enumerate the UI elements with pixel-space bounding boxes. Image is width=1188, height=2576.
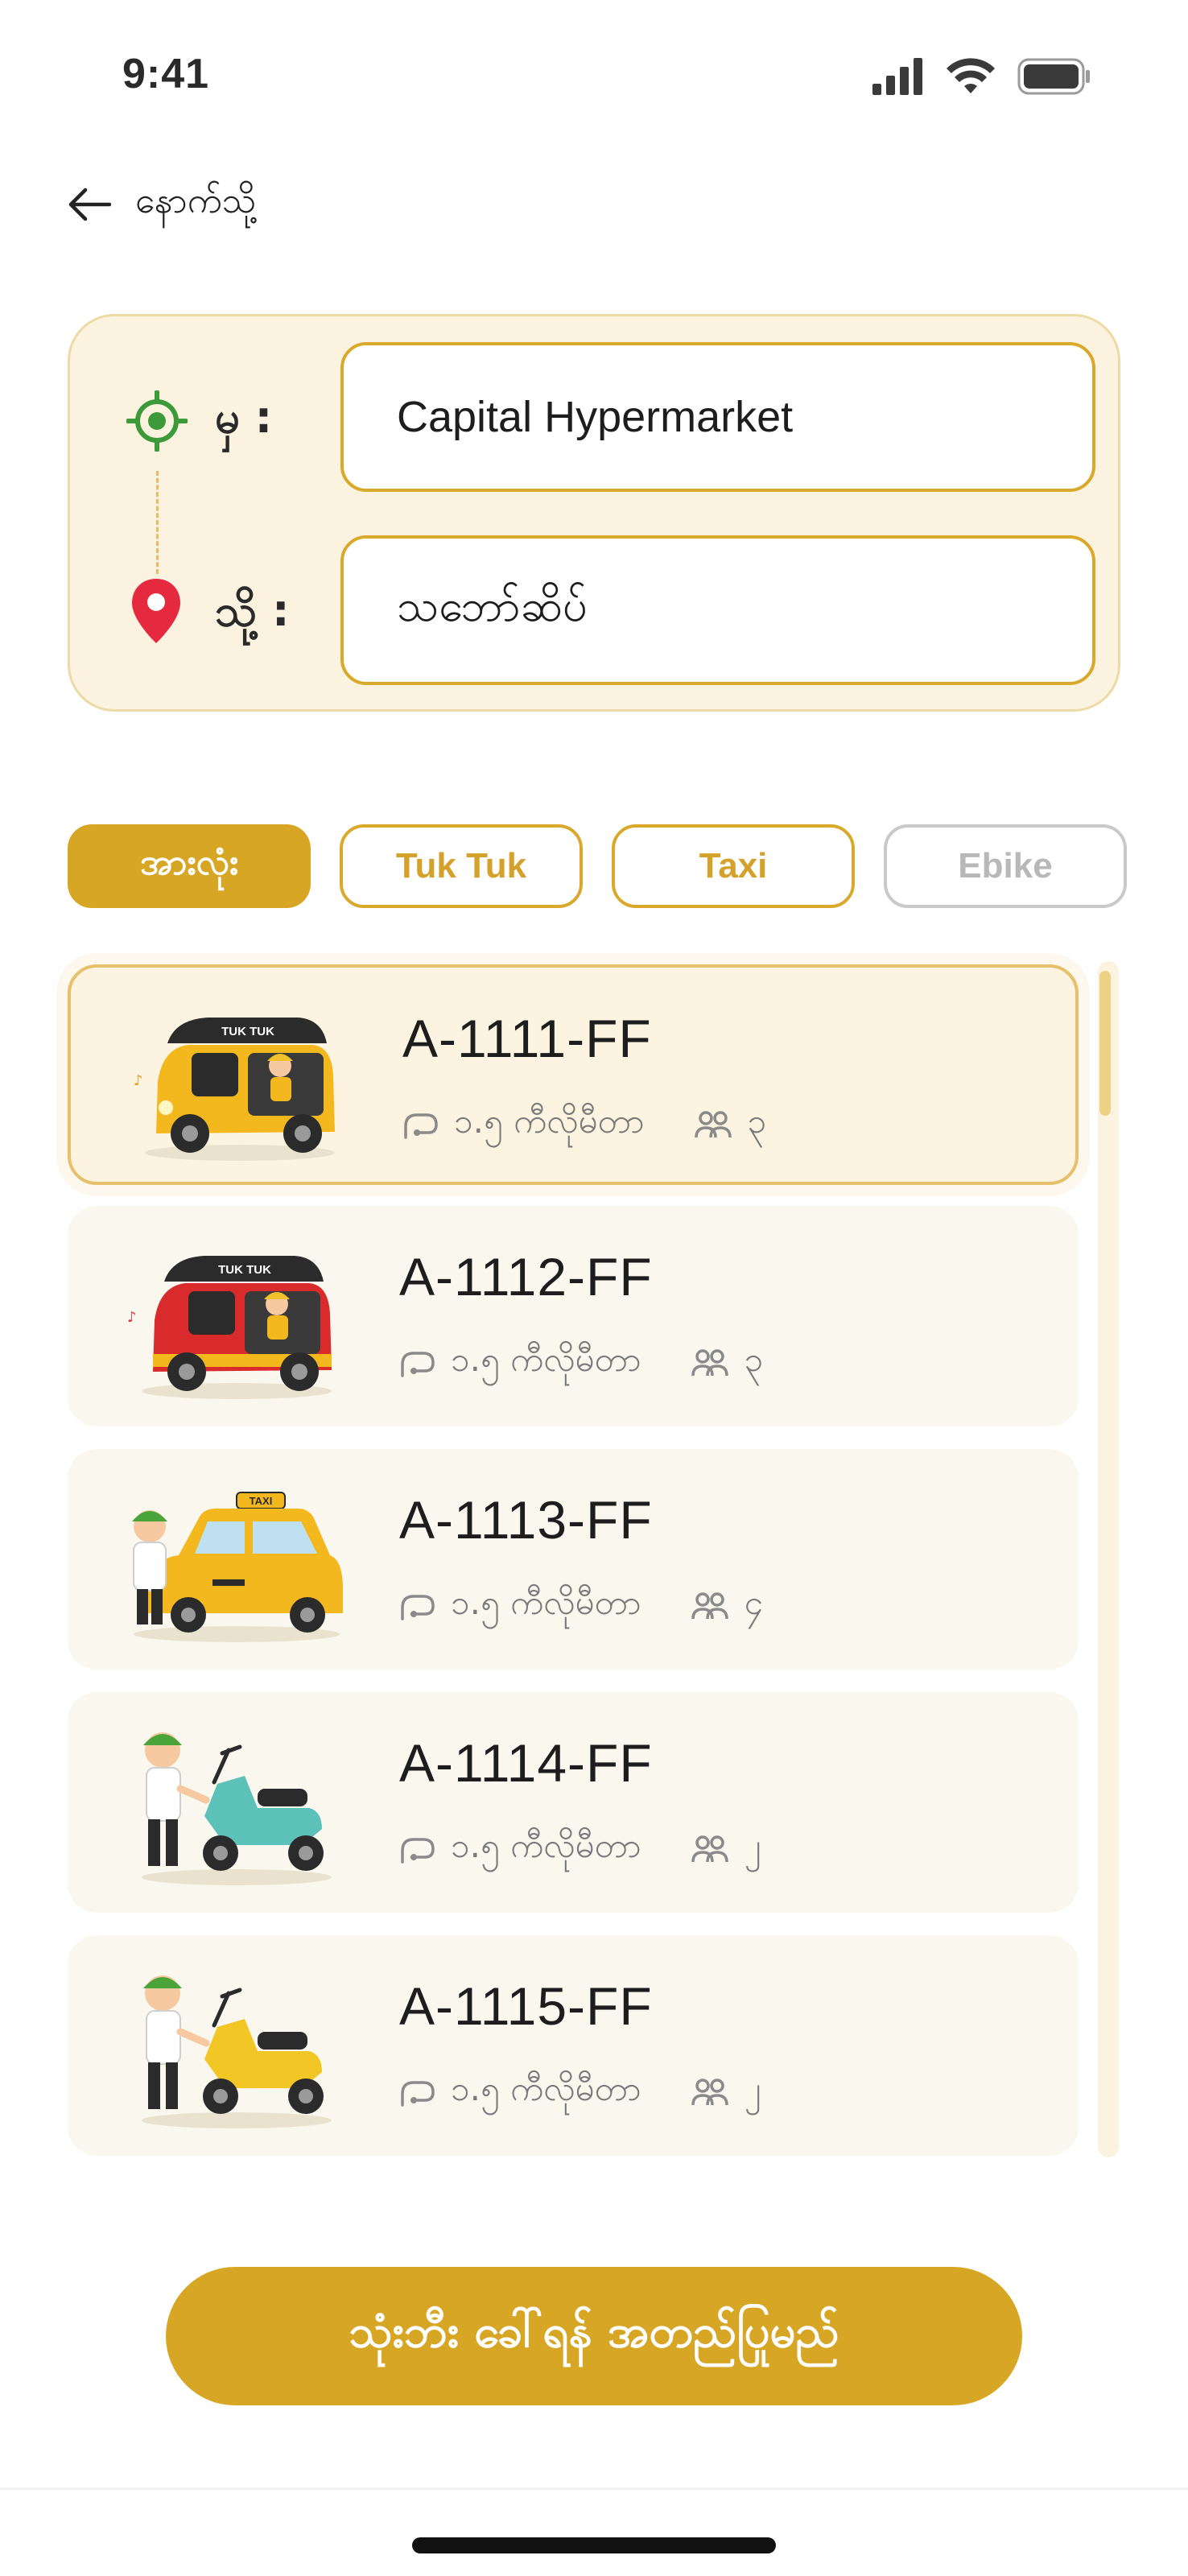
vehicle-card-selected[interactable]: TUK TUK ♪ A-1111-FF ၁.၅ ကီလိုမီတာ ၃	[68, 964, 1079, 1185]
vehicle-meta: ၁.၅ ကီလိုမီတာ ၂	[399, 2067, 761, 2117]
vehicle-meta: ၁.၅ ကီလိုမီတာ ၃	[399, 1338, 763, 1388]
svg-text:TUK TUK: TUK TUK	[218, 1263, 271, 1277]
scrollbar-thumb[interactable]	[1099, 971, 1111, 1116]
teal-ebike-image	[142, 1732, 332, 1885]
passengers-icon	[691, 1592, 728, 1620]
to-input[interactable]: သဘော်ဆိပ်	[340, 535, 1095, 685]
passengers-icon	[694, 1111, 732, 1138]
vehicle-plate: A-1111-FF	[402, 1009, 652, 1068]
map-pin-icon	[132, 579, 180, 643]
vehicle-card[interactable]: TUK TUK ♪ A-1112-FF ၁.၅ ကီလိုမီတာ ၃	[68, 1206, 1079, 1426]
vehicle-meta: ၁.၅ ကီလိုမီတာ ၃	[402, 1100, 766, 1150]
vehicle-list: TUK TUK ♪ A-1111-FF ၁.၅ ကီလိုမီတာ ၃ TUK …	[68, 961, 1082, 2157]
scrollbar-track[interactable]	[1098, 961, 1119, 2157]
svg-text:♪: ♪	[127, 1309, 137, 1326]
filter-tab-tuk-tuk[interactable]: Tuk Tuk	[340, 824, 583, 908]
vehicle-card[interactable]: TAXI A-1113-FF ၁.၅ ကီလိုမီတာ ၄	[68, 1449, 1079, 1670]
svg-text:TUK TUK: TUK TUK	[221, 1025, 274, 1038]
route-card: မှ : သို့ : Capital Hypermarket သဘော်ဆိပ…	[68, 314, 1120, 712]
back-button[interactable]: နောက်သို့	[68, 179, 256, 230]
wifi-icon	[947, 58, 995, 93]
vehicle-meta: ၁.၅ ကီလိုမီတာ ၄	[399, 1581, 763, 1631]
filter-tab-all[interactable]: အားလုံး	[68, 824, 311, 908]
vehicle-seats: ၃	[747, 1101, 767, 1141]
to-label: သို့ :	[215, 585, 290, 636]
vehicle-meta: ၁.၅ ကီလိုမီတာ ၂	[399, 1824, 761, 1874]
passengers-icon	[691, 1835, 728, 1863]
vehicle-plate: A-1112-FF	[399, 1247, 653, 1307]
route-connector	[156, 471, 159, 574]
status-bar: 9:41	[0, 0, 1188, 153]
filter-tab-ebike[interactable]: Ebike	[884, 824, 1127, 908]
vehicle-plate: A-1115-FF	[399, 1976, 653, 2036]
vehicle-seats: ၄	[744, 1583, 764, 1622]
cellular-signal-icon	[872, 58, 922, 95]
red-tuk-tuk-image: TUK TUK ♪	[127, 1256, 332, 1399]
vehicle-card[interactable]: A-1115-FF ၁.၅ ကီလိုမီတာ ၂	[68, 1935, 1079, 2156]
vehicle-distance: ၁.၅ ကီလိုမီတာ	[451, 1340, 641, 1379]
from-input[interactable]: Capital Hypermarket	[340, 342, 1095, 492]
back-label: နောက်သို့	[135, 180, 257, 221]
distance-route-icon	[401, 1352, 435, 1377]
confirm-button[interactable]: သုံးဘီး ခေါ်ရန် အတည်ပြုမည်	[166, 2267, 1022, 2405]
passengers-icon	[691, 1349, 728, 1377]
distance-route-icon	[401, 1838, 435, 1864]
vehicle-plate: A-1113-FF	[399, 1490, 653, 1550]
svg-text:♪: ♪	[134, 1072, 143, 1089]
vehicle-distance: ၁.၅ ကီလိုမီတာ	[451, 1583, 641, 1622]
vehicle-distance: ၁.၅ ကီလိုမီတာ	[451, 1826, 641, 1865]
battery-icon	[1017, 58, 1090, 95]
vehicle-seats: ၂	[744, 1826, 761, 1865]
yellow-taxi-image: TAXI	[132, 1492, 343, 1642]
distance-route-icon	[404, 1113, 438, 1139]
vehicle-seats: ၃	[744, 1340, 764, 1379]
arrow-left-icon	[68, 188, 111, 221]
status-time: 9:41	[122, 51, 210, 97]
bottom-divider	[0, 2487, 1188, 2490]
vehicle-card[interactable]: A-1114-FF ၁.၅ ကီလိုမီတာ ၂	[68, 1692, 1079, 1913]
filter-tab-taxi[interactable]: Taxi	[612, 824, 855, 908]
vehicle-distance: ၁.၅ ကီလိုမီတာ	[451, 2069, 641, 2108]
passengers-icon	[691, 2079, 728, 2106]
vehicle-plate: A-1114-FF	[399, 1733, 653, 1793]
vehicle-seats: ၂	[744, 2069, 761, 2108]
vehicle-distance: ၁.၅ ကီလိုမီတာ	[454, 1101, 645, 1141]
distance-route-icon	[401, 2081, 435, 2107]
yellow-tuk-tuk-image: TUK TUK ♪	[134, 1018, 335, 1161]
location-target-icon	[126, 390, 188, 452]
svg-text:TAXI: TAXI	[250, 1495, 273, 1507]
yellow-ebike-image	[142, 1975, 332, 2128]
distance-route-icon	[401, 1595, 435, 1620]
from-label: မှ :	[215, 392, 273, 443]
status-icons	[872, 58, 1091, 95]
home-indicator	[412, 2537, 776, 2553]
